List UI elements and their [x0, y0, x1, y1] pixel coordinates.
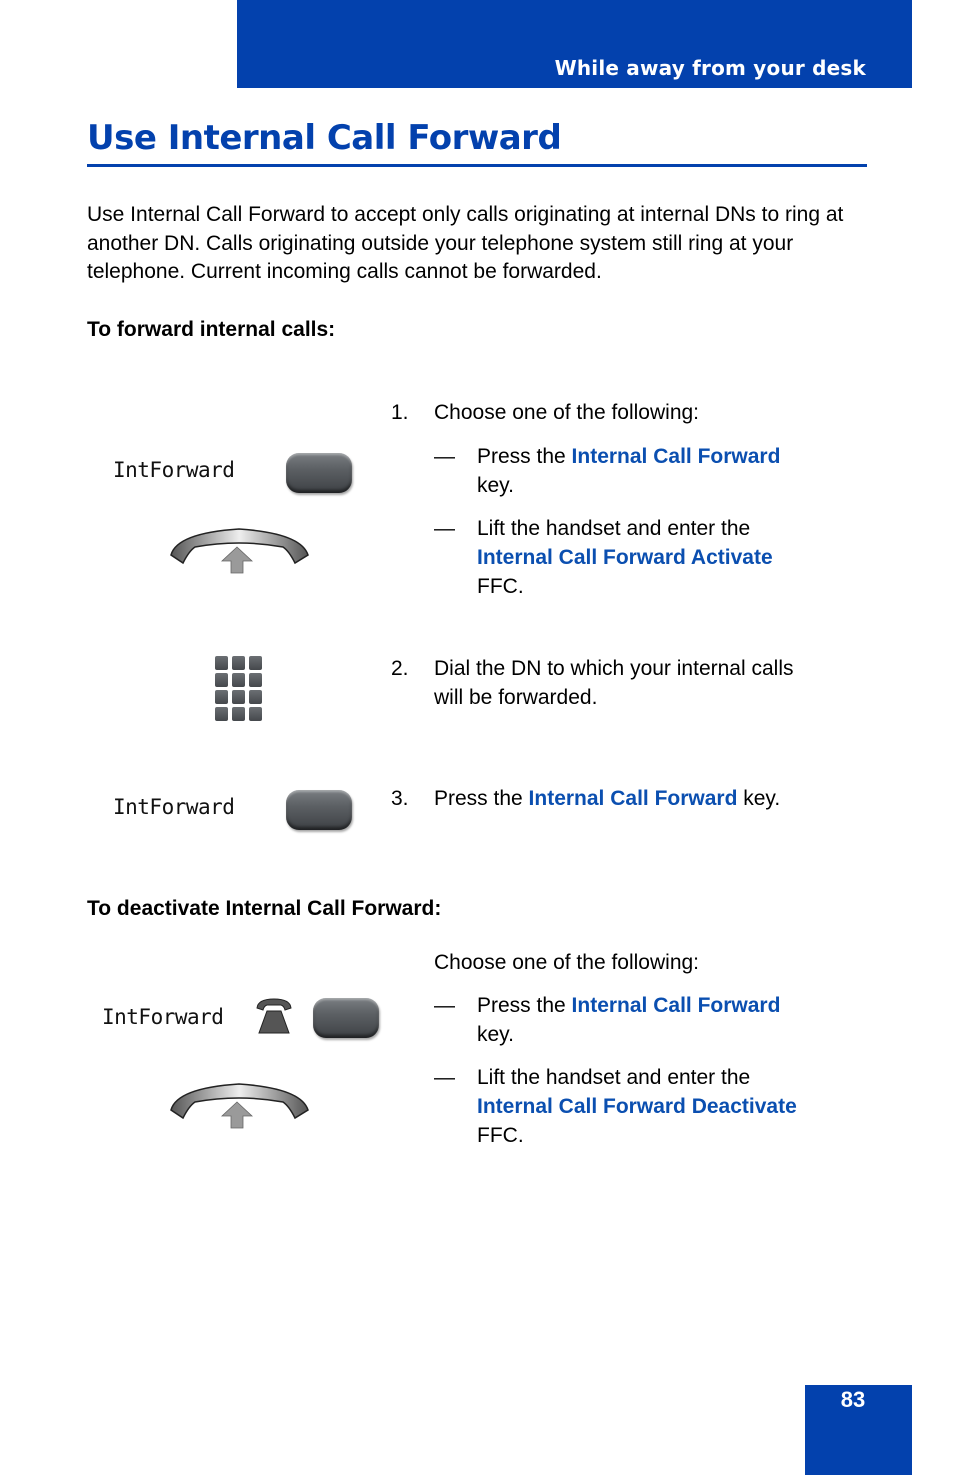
handset-lift-icon: [170, 528, 309, 574]
dialpad-icon: [215, 656, 263, 724]
deactivate-heading: To deactivate Internal Call Forward:: [87, 897, 442, 920]
ffc-deactivate-name: Internal Call Forward Deactivate: [477, 1095, 797, 1118]
ffc-activate-name: Internal Call Forward Activate: [477, 546, 773, 569]
softkey-button-icon: [313, 998, 379, 1038]
page-title: Use Internal Call Forward: [87, 118, 562, 158]
internal-call-forward-key-name: Internal Call Forward: [571, 445, 781, 468]
forward-heading: To forward internal calls:: [87, 318, 336, 341]
page-number-box: 83: [805, 1385, 912, 1475]
header-bar: While away from your desk: [237, 0, 912, 88]
lcd-label-intforward: IntForward: [113, 458, 235, 482]
internal-call-forward-key-name: Internal Call Forward: [528, 787, 738, 810]
lcd-label-intforward: IntForward: [113, 795, 235, 819]
handset-lift-icon: [170, 1083, 309, 1129]
page-number: 83: [840, 1387, 866, 1412]
telephone-icon: [256, 998, 292, 1034]
softkey-button-icon: [286, 453, 352, 493]
section-title: While away from your desk: [554, 56, 866, 80]
title-divider: [87, 164, 867, 167]
lcd-label-intforward: IntForward: [102, 1005, 224, 1029]
intro-paragraph: Use Internal Call Forward to accept only…: [87, 203, 844, 283]
internal-call-forward-key-name: Internal Call Forward: [571, 994, 781, 1017]
softkey-button-icon: [286, 790, 352, 830]
